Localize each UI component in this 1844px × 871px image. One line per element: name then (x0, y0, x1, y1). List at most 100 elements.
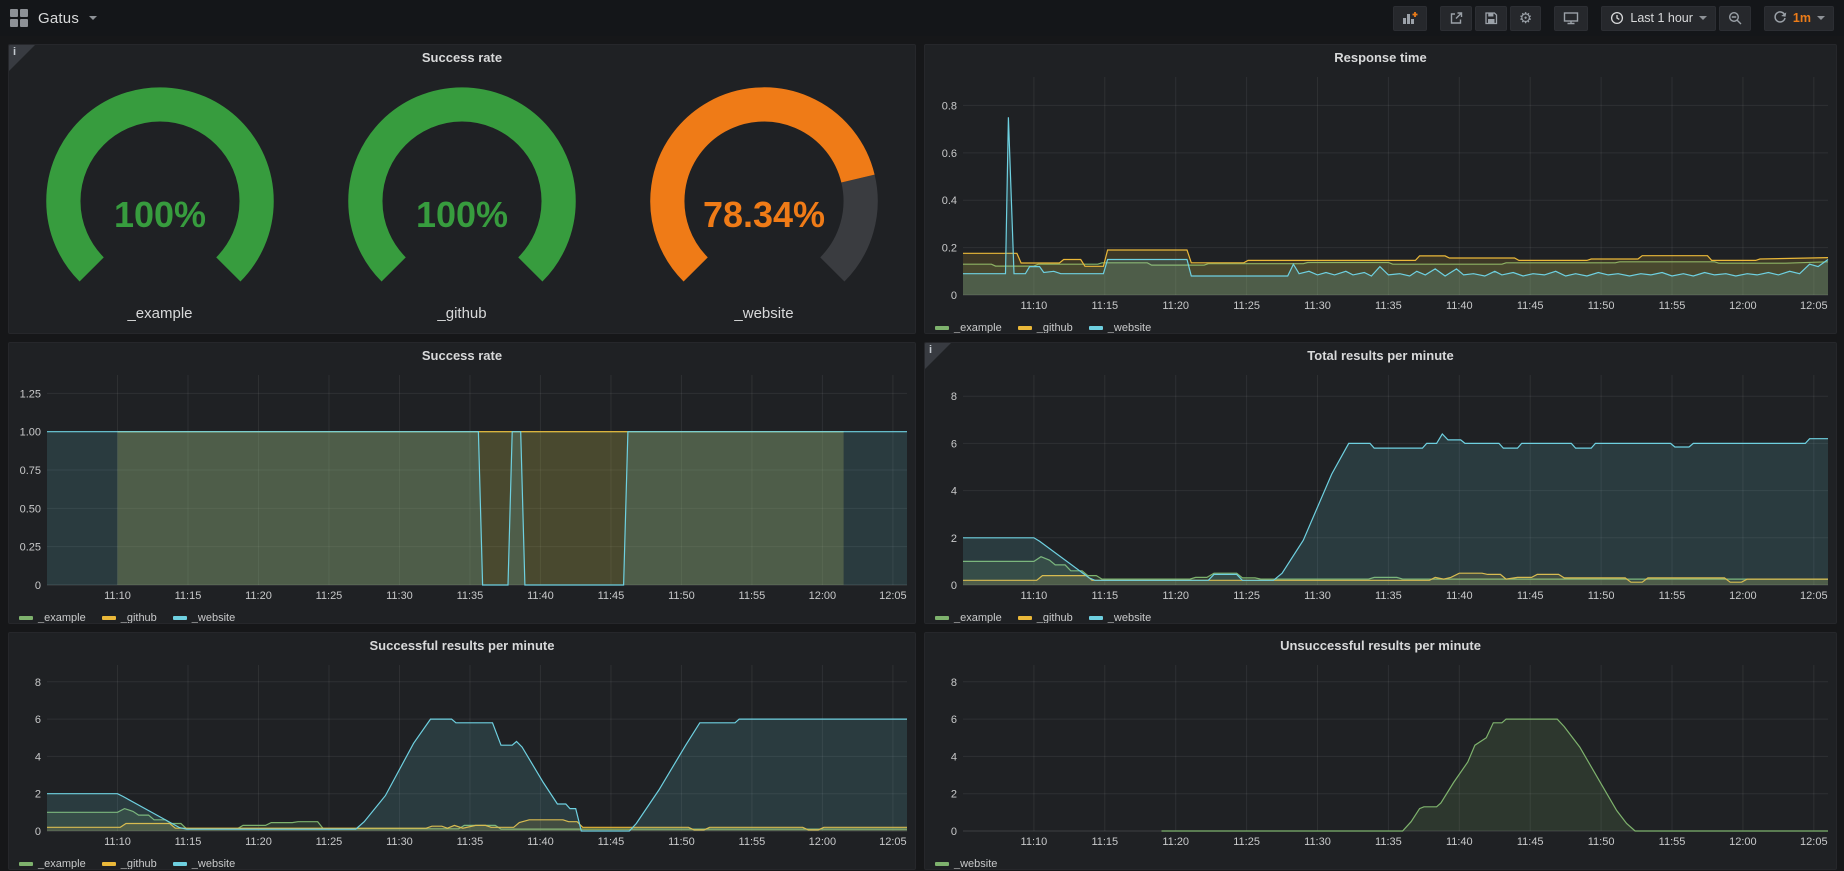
caret-down-icon (1699, 16, 1707, 20)
clock-icon (1610, 11, 1624, 25)
panel-title[interactable]: Response time (925, 45, 1836, 71)
y-tick-label: 0 (35, 826, 41, 838)
legend-series-label: _example (954, 322, 1002, 334)
share-icon (1449, 11, 1463, 25)
panel-title[interactable]: Successful results per minute (9, 633, 915, 659)
x-tick-label: 11:55 (1659, 300, 1686, 312)
legend-item-_example[interactable]: _example (935, 612, 1002, 624)
x-tick-label: 11:45 (598, 590, 625, 602)
time-range-label: Last 1 hour (1630, 11, 1693, 25)
series-fill-_website (1162, 719, 1829, 831)
legend-item-_github[interactable]: _github (102, 858, 157, 870)
legend-item-_example[interactable]: _example (19, 858, 86, 870)
x-tick-label: 11:40 (527, 836, 554, 848)
cycle-view-mode-button[interactable] (1554, 6, 1588, 31)
info-icon: i (13, 46, 16, 58)
legend-series-dash (173, 616, 187, 620)
y-tick-label: 0 (35, 580, 41, 592)
legend-series-label: _github (121, 858, 157, 870)
legend-series-label: _website (1108, 612, 1151, 624)
chart-svg: 00.250.500.751.001.2511:1011:1511:2011:2… (9, 369, 915, 603)
legend-item-_github[interactable]: _github (1018, 612, 1073, 624)
gauge-arc-svg (613, 71, 915, 305)
gauge-_github: 100%_github (311, 71, 613, 329)
x-tick-label: 11:20 (1162, 300, 1189, 312)
y-tick-label: 2 (35, 789, 41, 801)
legend-item-_website[interactable]: _website (1089, 322, 1151, 334)
gauge-value: 100% (311, 194, 613, 236)
legend-item-_example[interactable]: _example (935, 322, 1002, 334)
panel-successful-results: Successful results per minute 0246811:10… (8, 632, 916, 870)
gauge-label: _website (734, 305, 793, 329)
legend-item-_website[interactable]: _website (935, 858, 997, 870)
dashboard-settings-button[interactable]: ⚙ (1510, 6, 1541, 31)
legend-item-_example[interactable]: _example (19, 612, 86, 624)
y-tick-label: 0 (951, 290, 957, 302)
gauge-value-arc (667, 104, 858, 269)
save-icon (1484, 11, 1498, 25)
x-tick-label: 11:55 (739, 590, 766, 602)
gauge-_website: 78.34%_website (613, 71, 915, 329)
x-tick-label: 11:35 (1375, 300, 1402, 312)
x-tick-label: 11:50 (1588, 590, 1615, 602)
y-tick-label: 0 (951, 580, 957, 592)
panel-total-results: i Total results per minute 0246811:1011:… (924, 342, 1837, 624)
x-tick-label: 12:00 (1729, 836, 1757, 848)
panel-success-rate-gauges: i Success rate 100%_example100%_github78… (8, 44, 916, 334)
refresh-button[interactable]: 1m (1764, 6, 1834, 31)
y-tick-label: 0.6 (942, 148, 957, 160)
caret-down-icon (1817, 16, 1825, 20)
time-range-picker[interactable]: Last 1 hour (1601, 6, 1716, 31)
panel-unsuccessful-results: Unsuccessful results per minute 0246811:… (924, 632, 1837, 870)
panel-title[interactable]: Total results per minute (925, 343, 1836, 369)
legend-item-_website[interactable]: _website (173, 612, 235, 624)
caret-down-icon[interactable] (89, 16, 97, 20)
legend-item-_website[interactable]: _website (1089, 612, 1151, 624)
legend-item-_github[interactable]: _github (1018, 322, 1073, 334)
legend-item-_github[interactable]: _github (102, 612, 157, 624)
unsuccessful-results-chart: 0246811:1011:1511:2011:2511:3011:3511:40… (925, 659, 1836, 854)
zoom-out-button[interactable] (1719, 6, 1751, 31)
y-tick-label: 4 (951, 486, 957, 498)
dashboard-grid-icon[interactable] (10, 9, 28, 27)
dashboard-title[interactable]: Gatus (38, 10, 79, 27)
x-tick-label: 11:20 (1162, 836, 1189, 848)
x-tick-label: 11:45 (1517, 300, 1544, 312)
x-tick-label: 11:40 (1446, 590, 1473, 602)
chart-legend: _example _github _website (9, 608, 915, 624)
legend-series-label: _example (954, 612, 1002, 624)
chart-legend: _example _github _website (9, 854, 915, 870)
x-tick-label: 11:15 (1091, 300, 1118, 312)
top-navbar: Gatus ⚙ (0, 0, 1844, 36)
y-tick-label: 0.75 (20, 465, 41, 477)
legend-item-_website[interactable]: _website (173, 858, 235, 870)
panel-title[interactable]: Unsuccessful results per minute (925, 633, 1836, 659)
x-tick-label: 11:50 (668, 590, 695, 602)
series-fill-_website (47, 432, 907, 585)
panel-title[interactable]: Success rate (9, 343, 915, 369)
x-tick-label: 12:05 (879, 590, 907, 602)
x-tick-label: 11:30 (386, 590, 413, 602)
dashboard-grid: i Success rate 100% _example 100%_github78… (0, 36, 1844, 871)
y-tick-label: 4 (35, 751, 41, 763)
legend-series-dash (102, 862, 116, 866)
chart-svg: 0246811:1011:1511:2011:2511:3011:3511:40… (925, 369, 1836, 603)
legend-series-dash (935, 326, 949, 330)
y-tick-label: 4 (951, 751, 957, 763)
y-tick-label: 8 (951, 391, 957, 403)
panel-info-corner[interactable]: i (9, 45, 35, 71)
info-icon: i (929, 344, 932, 356)
x-tick-label: 11:35 (457, 836, 484, 848)
panel-title[interactable]: Success rate (9, 45, 915, 71)
save-dashboard-button[interactable] (1475, 6, 1507, 31)
y-tick-label: 0 (951, 826, 957, 838)
add-panel-button[interactable] (1393, 6, 1427, 31)
panel-info-corner[interactable]: i (925, 343, 951, 369)
share-dashboard-button[interactable] (1440, 6, 1472, 31)
gauge-arc-svg (9, 71, 311, 305)
y-tick-label: 2 (951, 789, 957, 801)
x-tick-label: 11:25 (316, 836, 343, 848)
x-tick-label: 11:25 (1233, 300, 1260, 312)
x-tick-label: 11:10 (1021, 836, 1048, 848)
x-tick-label: 11:30 (1304, 300, 1331, 312)
